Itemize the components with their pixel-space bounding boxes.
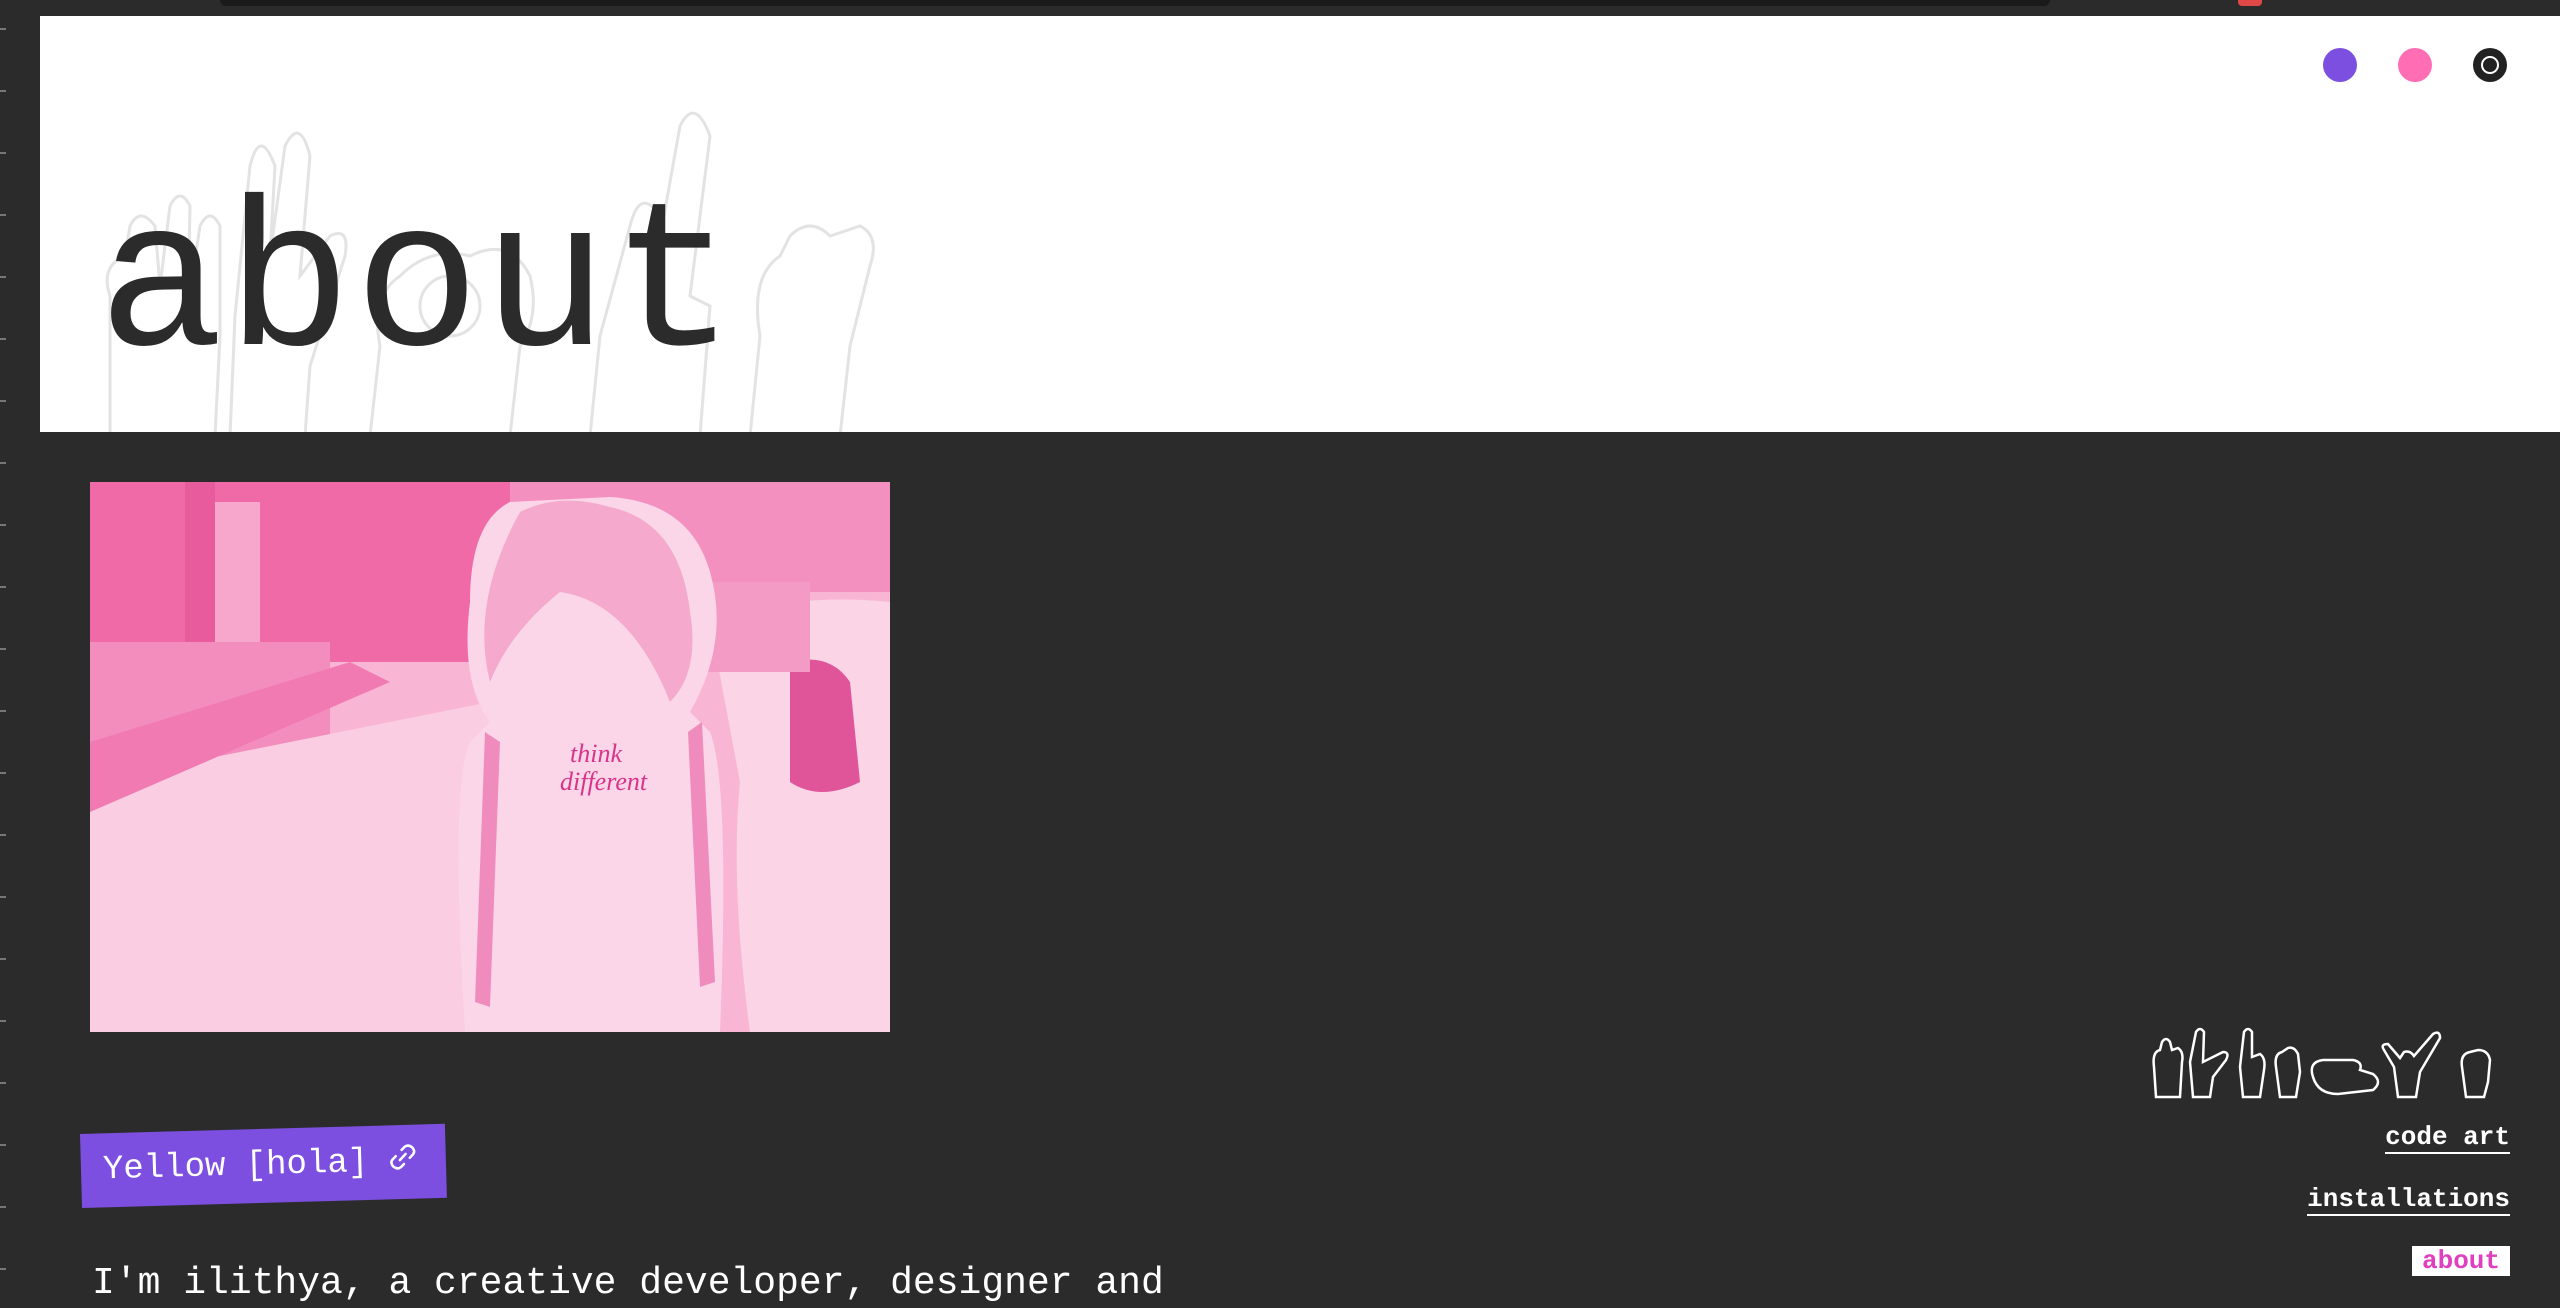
nav-item-installations[interactable]: installations: [2307, 1184, 2510, 1216]
theme-pink-button[interactable]: [2398, 48, 2432, 82]
left-ruler: [0, 0, 40, 1308]
tag-label: Yellow [hola]: [102, 1143, 369, 1190]
browser-chrome: [0, 0, 2560, 16]
main-nav: code art installations about: [2307, 1122, 2510, 1306]
language-tag-button[interactable]: Yellow [hola]: [80, 1123, 447, 1208]
svg-text:different: different: [560, 767, 648, 796]
nav-item-code-art[interactable]: code art: [2385, 1122, 2510, 1154]
page-title: about: [98, 170, 739, 408]
header-panel: about: [40, 16, 2560, 432]
sign-language-name-logo[interactable]: [2148, 1022, 2513, 1102]
profile-photo: think different: [90, 482, 890, 1032]
svg-text:think: think: [570, 739, 622, 768]
link-icon: [388, 1141, 419, 1183]
theme-dark-button[interactable]: [2473, 48, 2507, 82]
browser-badge-icon: [2238, 0, 2262, 6]
theme-purple-button[interactable]: [2323, 48, 2357, 82]
intro-text: I'm ilithya, a creative developer, desig…: [92, 1262, 1164, 1305]
browser-address-bar: [220, 0, 2050, 6]
nav-item-about[interactable]: about: [2411, 1246, 2510, 1276]
